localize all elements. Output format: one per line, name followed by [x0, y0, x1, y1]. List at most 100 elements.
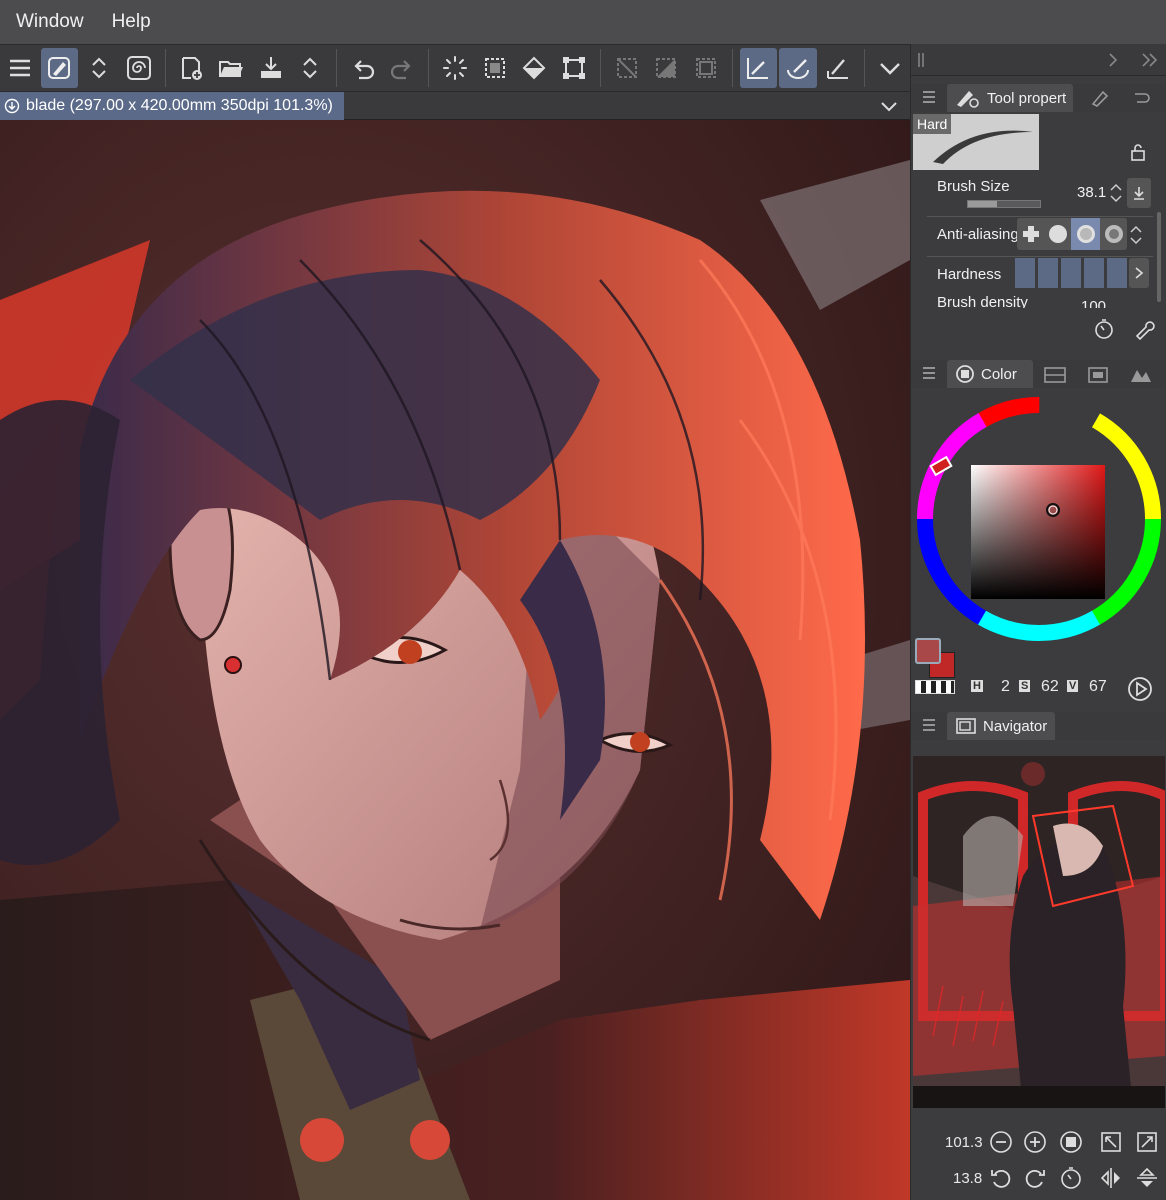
antialiasing-label: Anti-aliasing — [937, 226, 1019, 243]
sub-tool-icon[interactable] — [1089, 88, 1111, 108]
ruler-brush-icon[interactable] — [779, 48, 817, 88]
invert-icon[interactable] — [647, 48, 685, 88]
timer-icon[interactable] — [1093, 318, 1115, 340]
brush-size-slider[interactable] — [967, 200, 1041, 208]
navigator-preview[interactable] — [913, 756, 1165, 1108]
ruler-pen-icon[interactable] — [739, 48, 778, 88]
antialiasing-medium-icon[interactable] — [1071, 218, 1100, 250]
v-value: 67 — [1089, 678, 1107, 695]
rotate-right-icon[interactable] — [1023, 1166, 1047, 1190]
panel-menu-icon[interactable] — [923, 366, 935, 380]
drawing-canvas[interactable] — [0, 120, 910, 1200]
chevron-right-icon[interactable] — [1107, 52, 1119, 68]
brush-density-label: Brush density — [937, 294, 1028, 308]
transform-icon[interactable] — [555, 48, 593, 88]
updown-icon[interactable] — [291, 48, 329, 88]
updown-icon[interactable] — [1129, 224, 1143, 246]
panel-menu-icon[interactable] — [923, 718, 935, 732]
updown-icon[interactable] — [80, 48, 118, 88]
s-label: S — [1019, 680, 1031, 692]
toolbar-separator — [428, 49, 430, 87]
right-panel: Tool propert Hard Brush Size 38.1 Anti-a… — [910, 44, 1166, 1200]
zoom-in-icon[interactable] — [1023, 1130, 1047, 1154]
reset-rotation-icon[interactable] — [1059, 1166, 1083, 1190]
brush-settings-icon — [957, 91, 979, 108]
wrench-icon[interactable] — [1133, 318, 1155, 340]
toolbar-separator — [731, 49, 733, 87]
open-folder-icon[interactable] — [212, 48, 250, 88]
tab-navigator-label: Navigator — [983, 717, 1048, 735]
zoom-value[interactable]: 101.3 — [945, 1134, 983, 1151]
color-set-icon[interactable] — [1087, 366, 1109, 384]
play-circle-icon[interactable] — [1127, 676, 1153, 702]
hsv-readout: H 2 S 62 V 67 — [969, 678, 1139, 700]
chevron-down-icon[interactable] — [878, 95, 900, 117]
brush-density-row[interactable]: Brush density 100 — [927, 294, 1153, 308]
fit-to-window-icon[interactable] — [1099, 1130, 1123, 1154]
brush-size-value[interactable]: 38.1 — [1077, 184, 1106, 201]
deselect-icon[interactable] — [608, 48, 646, 88]
export-icon[interactable] — [252, 48, 290, 88]
color-wheel[interactable] — [911, 388, 1166, 648]
fill-icon[interactable] — [516, 48, 554, 88]
color-wheel-icon — [956, 365, 974, 383]
panel-menu-icon[interactable] — [923, 90, 935, 104]
intermediate-color-icon[interactable] — [1129, 366, 1153, 384]
double-chevron-right-icon[interactable] — [1141, 52, 1159, 68]
hardness-selector[interactable] — [1015, 258, 1127, 288]
border-icon[interactable] — [687, 48, 725, 88]
main-color-swatch-front[interactable] — [915, 638, 941, 664]
fill-screen-icon[interactable] — [1135, 1130, 1159, 1154]
antialiasing-selector[interactable] — [1017, 218, 1127, 250]
undo-icon[interactable] — [344, 48, 382, 88]
command-bar — [0, 44, 910, 92]
tool-property-footer — [911, 310, 1166, 350]
scrollbar[interactable] — [1157, 212, 1161, 302]
download-icon — [4, 98, 20, 114]
menu-icon[interactable] — [1, 48, 39, 88]
updown-icon[interactable] — [1109, 182, 1123, 204]
v-label: V — [1067, 680, 1079, 692]
navigator-rotate-row: 13.8 — [911, 1160, 1166, 1196]
menu-window[interactable]: Window — [16, 11, 84, 33]
transparent-color-swatch[interactable] — [915, 680, 955, 694]
grip-icon[interactable] — [917, 52, 925, 68]
toolbar-separator — [599, 49, 601, 87]
chevron-down-icon[interactable] — [871, 48, 909, 88]
navigator-thumbnail — [913, 756, 1165, 1108]
tab-navigator[interactable]: Navigator — [947, 712, 1055, 740]
flip-horizontal-icon[interactable] — [1099, 1166, 1123, 1190]
selection-icon[interactable] — [476, 48, 514, 88]
brush-pen-icon[interactable] — [40, 48, 79, 88]
ruler-icon[interactable] — [819, 48, 857, 88]
menu-bar: Window Help — [0, 0, 1166, 44]
toolbar-separator — [164, 49, 166, 87]
lock-icon[interactable] — [1129, 142, 1149, 162]
reset-zoom-icon[interactable] — [1059, 1130, 1083, 1154]
s-value: 62 — [1041, 678, 1059, 695]
brush-size-label: Brush Size — [937, 178, 1010, 195]
spiral-icon[interactable] — [120, 48, 158, 88]
navigator-zoom-row: 101.3 — [911, 1124, 1166, 1160]
color-slider-icon[interactable] — [1043, 366, 1067, 384]
zoom-out-icon[interactable] — [989, 1130, 1013, 1154]
tab-color[interactable]: Color — [947, 360, 1033, 388]
antialiasing-strong-icon[interactable] — [1100, 218, 1127, 250]
toolbar-separator — [863, 49, 865, 87]
brush-size-dropdown[interactable] — [1127, 178, 1151, 208]
rotation-value[interactable]: 13.8 — [953, 1170, 982, 1187]
redo-icon[interactable] — [384, 48, 422, 88]
chevron-right-icon[interactable] — [1129, 258, 1149, 288]
antialiasing-weak-icon[interactable] — [1044, 218, 1071, 250]
menu-help[interactable]: Help — [112, 11, 151, 33]
new-file-icon[interactable] — [173, 48, 211, 88]
brush-preview[interactable]: Hard — [913, 114, 1039, 170]
lasso-spinner-icon[interactable] — [436, 48, 474, 88]
antialiasing-none-icon[interactable] — [1017, 218, 1044, 250]
rotate-left-icon[interactable] — [989, 1166, 1013, 1190]
flip-vertical-icon[interactable] — [1135, 1166, 1159, 1190]
document-tab[interactable]: blade (297.00 x 420.00mm 350dpi 101.3%) — [0, 92, 344, 120]
tab-tool-property[interactable]: Tool propert — [947, 84, 1073, 112]
document-title: blade (297.00 x 420.00mm 350dpi 101.3%) — [26, 97, 333, 114]
undo-history-icon[interactable] — [1129, 88, 1153, 108]
